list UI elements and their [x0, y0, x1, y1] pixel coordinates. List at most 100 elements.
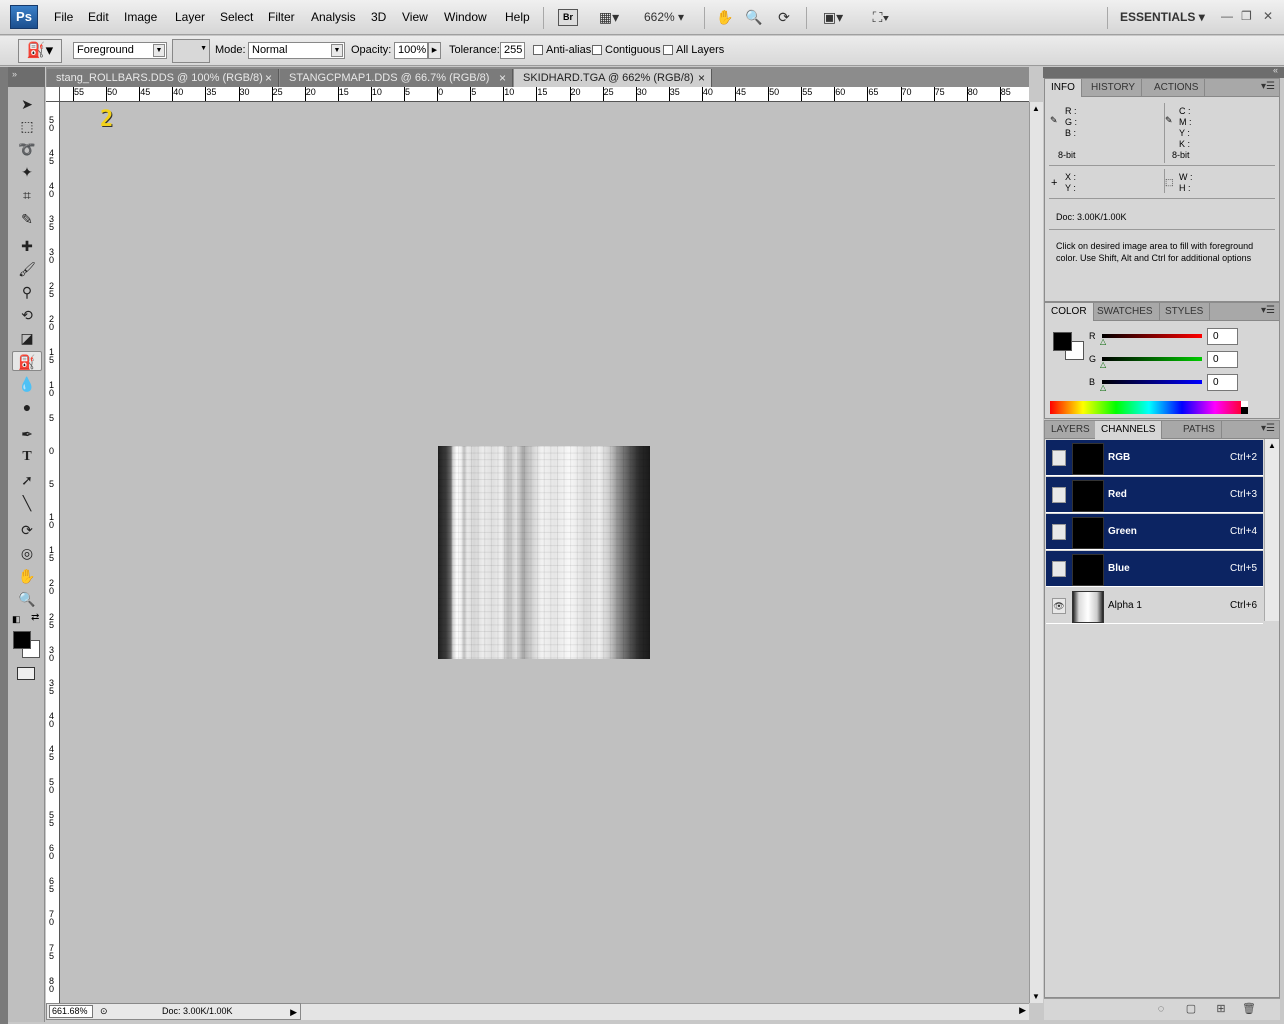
vertical-ruler[interactable]: 5045403530252015105051015202530354045505…	[46, 102, 60, 1003]
blue-slider[interactable]	[1102, 380, 1202, 384]
close-icon[interactable]: ✕	[1263, 9, 1273, 23]
zoom-tool-icon[interactable]: 🔍	[743, 8, 765, 26]
channel-row-green[interactable]: Green Ctrl+4	[1046, 514, 1263, 550]
red-value-input[interactable]: 0	[1207, 328, 1238, 345]
menu-filter[interactable]: Filter	[268, 10, 295, 24]
slider-thumb-icon[interactable]: △	[1100, 384, 1108, 392]
tab-swatches[interactable]: SWATCHES	[1091, 303, 1160, 321]
tab-info[interactable]: INFO	[1045, 79, 1082, 97]
menu-analysis[interactable]: Analysis	[311, 10, 356, 24]
menu-help[interactable]: Help	[505, 10, 530, 24]
all-layers-checkbox[interactable]	[663, 45, 673, 55]
menu-select[interactable]: Select	[220, 10, 253, 24]
lasso-tool-icon[interactable]: ➰	[12, 139, 42, 159]
blur-tool-icon[interactable]: 💧	[12, 374, 42, 394]
blue-value-input[interactable]: 0	[1207, 374, 1238, 391]
document-tab[interactable]: STANGCPMAP1.DDS @ 66.7% (RGB/8) ×	[280, 69, 513, 88]
default-colors-icon[interactable]: ◧	[12, 614, 21, 625]
restore-icon[interactable]: ❐	[1241, 9, 1252, 23]
load-selection-icon[interactable]: ◌	[1154, 1002, 1168, 1016]
visibility-toggle[interactable]	[1052, 450, 1066, 466]
pen-tool-icon[interactable]: ✒	[12, 424, 42, 444]
channel-row-red[interactable]: Red Ctrl+3	[1046, 477, 1263, 513]
eye-icon[interactable]: 👁	[1052, 598, 1066, 614]
healing-brush-icon[interactable]: ✚	[12, 236, 42, 256]
tool-preset-picker[interactable]: ⛽▾	[18, 39, 62, 63]
channel-row-blue[interactable]: Blue Ctrl+5	[1046, 551, 1263, 587]
arrow-up-icon[interactable]: ▲	[1032, 104, 1040, 113]
document-tab-active[interactable]: SKIDHARD.TGA @ 662% (RGB/8) ×	[514, 69, 712, 88]
menu-layer[interactable]: Layer	[175, 10, 205, 24]
tab-paths[interactable]: PATHS	[1177, 421, 1222, 439]
tab-actions[interactable]: ACTIONS	[1148, 79, 1206, 97]
paint-bucket-icon[interactable]: ⛽	[12, 351, 42, 371]
slider-thumb-icon[interactable]: △	[1100, 338, 1108, 346]
panel-menu-icon[interactable]: ▾☰	[1261, 81, 1275, 92]
status-menu-icon[interactable]: ▶	[290, 1005, 297, 1020]
menu-file[interactable]: File	[54, 10, 73, 24]
type-tool-icon[interactable]: T	[12, 447, 42, 467]
tools-panel-header[interactable]: »	[8, 67, 45, 87]
menu-3d[interactable]: 3D	[371, 10, 386, 24]
color-spectrum-bar[interactable]	[1050, 401, 1248, 414]
opacity-input[interactable]: 100%	[394, 42, 428, 59]
move-tool-icon[interactable]: ➤	[12, 94, 42, 114]
tab-channels[interactable]: CHANNELS	[1095, 421, 1163, 439]
tab-color[interactable]: COLOR	[1045, 303, 1094, 321]
fill-source-select[interactable]: Foreground ▼	[73, 42, 167, 59]
channels-scrollbar[interactable]: ▲	[1264, 439, 1279, 621]
tolerance-input[interactable]: 255	[500, 42, 525, 59]
ruler-origin[interactable]	[46, 87, 60, 102]
menu-view[interactable]: View	[402, 10, 428, 24]
status-zoom-input[interactable]: 661.68%	[49, 1005, 93, 1018]
close-icon[interactable]: ×	[698, 69, 705, 87]
brush-tool-icon[interactable]: 🖌	[12, 259, 42, 279]
bridge-icon[interactable]: Br	[558, 9, 578, 26]
zoom-tool-icon[interactable]: 🔍	[12, 589, 42, 609]
path-selection-icon[interactable]: ➚	[12, 470, 42, 490]
crop-tool-icon[interactable]: ⌗	[12, 185, 42, 205]
arrow-up-icon[interactable]: ▲	[1268, 441, 1276, 450]
hand-tool-icon[interactable]: ✋	[714, 8, 736, 26]
visibility-toggle[interactable]	[1052, 487, 1066, 503]
contiguous-checkbox[interactable]	[592, 45, 602, 55]
screen-mode-icon[interactable]: ⛶▾	[864, 8, 898, 26]
photoshop-logo[interactable]: Ps	[10, 5, 38, 29]
eyedropper-icon[interactable]: ✎	[12, 209, 42, 229]
pattern-picker[interactable]: ▼	[172, 39, 210, 63]
visibility-toggle[interactable]	[1052, 524, 1066, 540]
foreground-color-swatch[interactable]	[13, 631, 31, 649]
eraser-tool-icon[interactable]: ◪	[12, 328, 42, 348]
magic-wand-icon[interactable]: ✦	[12, 162, 42, 182]
quick-mask-icon[interactable]	[17, 667, 35, 680]
rotate-view-icon[interactable]: ⟳	[773, 8, 795, 26]
3d-rotate-icon[interactable]: ⟳	[12, 520, 42, 540]
dodge-tool-icon[interactable]: ●	[12, 397, 42, 417]
delete-channel-icon[interactable]: 🗑	[1242, 1002, 1256, 1016]
tab-layers[interactable]: LAYERS	[1045, 421, 1097, 439]
arrow-down-icon[interactable]: ▼	[1032, 992, 1040, 1001]
foreground-color-swatch[interactable]	[1053, 332, 1072, 351]
spectrum-black-swatch[interactable]	[1241, 407, 1248, 414]
hand-tool-icon[interactable]: ✋	[12, 566, 42, 586]
panel-menu-icon[interactable]: ▾☰	[1261, 305, 1275, 316]
document-tab[interactable]: stang_ROLLBARS.DDS @ 100% (RGB/8) ×	[47, 69, 279, 88]
new-channel-icon[interactable]: ⊞	[1214, 1002, 1228, 1016]
red-slider[interactable]	[1102, 334, 1202, 338]
green-slider[interactable]	[1102, 357, 1202, 361]
horizontal-ruler[interactable]: 55 50 45 40 35 30 25 20 15 10 5 0 5 10 15 20 25 30 35 40 45 5…	[60, 87, 1029, 102]
history-brush-icon[interactable]: ⟲	[12, 305, 42, 325]
swap-colors-icon[interactable]: ⇄	[31, 612, 39, 623]
zoom-level-select[interactable]: 662% ▾	[644, 10, 684, 24]
channel-row-alpha[interactable]: 👁 Alpha 1 Ctrl+6	[1046, 588, 1263, 624]
clone-stamp-icon[interactable]: ⚲	[12, 282, 42, 302]
3d-orbit-icon[interactable]: ◎	[12, 543, 42, 563]
arrange-documents-icon[interactable]: ▣▾	[816, 8, 850, 26]
menu-image[interactable]: Image	[124, 10, 157, 24]
mode-select[interactable]: Normal ▼	[248, 42, 345, 59]
menu-window[interactable]: Window	[444, 10, 487, 24]
antialias-checkbox[interactable]	[533, 45, 543, 55]
opacity-slider-button[interactable]: ▶	[428, 42, 441, 59]
save-selection-icon[interactable]: ▢	[1184, 1002, 1198, 1016]
tab-styles[interactable]: STYLES	[1159, 303, 1211, 321]
